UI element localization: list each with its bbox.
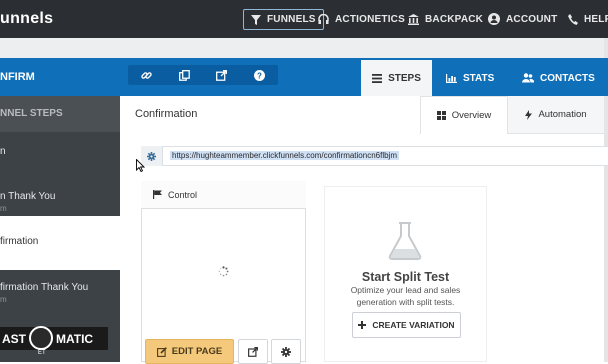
- brand-logo-text[interactable]: unnels: [0, 0, 53, 38]
- page-title: Confirmation: [135, 108, 198, 120]
- nav-account-label: ACCOUNT: [506, 13, 558, 25]
- funnel-header-bar: [0, 58, 608, 96]
- split-test-description: Optimize your lead and sales generation …: [350, 285, 461, 307]
- link-icon[interactable]: [128, 65, 166, 85]
- grid-icon: [436, 111, 446, 120]
- create-variation-label: CREATE VARIATION: [372, 320, 455, 330]
- nav-help-label: HELP: [584, 13, 608, 25]
- tab-overview-label: Overview: [451, 110, 492, 121]
- watermark-text-left: AST: [2, 331, 26, 346]
- tab-stats-label: STATS: [463, 72, 495, 84]
- nav-funnels-label: FUNNELS: [267, 14, 316, 25]
- list-icon: [372, 73, 383, 83]
- tab-automation[interactable]: Automation: [508, 96, 604, 134]
- user-circle-icon: [488, 13, 500, 25]
- page-settings-button[interactable]: [271, 339, 301, 364]
- edit-icon: [156, 346, 167, 357]
- svg-text:?: ?: [257, 71, 262, 80]
- sidebar-step-sub: m: [0, 295, 7, 304]
- sidebar-step-1[interactable]: n: [0, 146, 120, 157]
- external-link-icon: [248, 346, 258, 357]
- funnel-actions-toolbar: ?: [128, 65, 278, 85]
- nav-backpack-label: BACKPACK: [425, 13, 484, 25]
- loading-spinner-icon: [218, 266, 229, 277]
- nav-actionetics-label: ACTIONETICS: [335, 13, 405, 25]
- watermark-text-right: MATIC: [56, 331, 94, 346]
- sidebar-header: NNEL STEPS: [0, 96, 120, 132]
- sidebar-step-label: n Thank You: [0, 191, 56, 202]
- control-label: Control: [168, 189, 198, 200]
- copy-icon[interactable]: [166, 65, 204, 85]
- page-background-strip: [0, 38, 608, 58]
- control-card-header: Control: [141, 181, 306, 209]
- split-test-title: Start Split Test: [361, 270, 450, 284]
- funnel-step-url[interactable]: https://hughteammember.clickfunnels.com/…: [170, 151, 399, 160]
- sidebar-step-4[interactable]: firmation Thank You m: [0, 282, 120, 304]
- screencast-watermark: AST MATIC: [0, 327, 108, 350]
- edit-page-label: EDIT PAGE: [171, 346, 223, 357]
- nav-backpack[interactable]: BACKPACK: [408, 0, 483, 38]
- sidebar-step-label: firmation: [0, 236, 39, 247]
- flag-icon: [153, 190, 162, 199]
- screencast-logo-icon: [29, 326, 53, 350]
- nav-account[interactable]: ACCOUNT: [488, 0, 557, 38]
- nav-funnels[interactable]: FUNNELS: [243, 9, 324, 30]
- sidebar-step-2[interactable]: n Thank You m: [0, 191, 120, 213]
- mouse-cursor-icon: [136, 159, 145, 172]
- bolt-icon: [525, 109, 533, 120]
- help-circle-icon[interactable]: ?: [241, 65, 279, 85]
- filter-icon: [251, 14, 261, 25]
- tab-overview[interactable]: Overview: [420, 96, 508, 134]
- edit-page-button[interactable]: EDIT PAGE: [145, 339, 234, 364]
- watermark-small-text: ET: [38, 350, 46, 356]
- tab-automation-label: Automation: [538, 109, 587, 120]
- tab-steps-label: STEPS: [388, 72, 421, 84]
- sidebar-step-label: n: [0, 146, 6, 157]
- funnel-name: NFIRM: [0, 71, 35, 83]
- bank-icon: [408, 13, 419, 25]
- users-icon: [522, 73, 534, 83]
- sidebar-step-label: firmation Thank You: [0, 282, 89, 293]
- nav-help[interactable]: HELP: [568, 0, 608, 38]
- tab-stats[interactable]: STATS: [446, 60, 494, 96]
- tab-contacts[interactable]: CONTACTS: [522, 60, 595, 96]
- sidebar-step-3[interactable]: firmation: [0, 236, 120, 247]
- nav-actionetics[interactable]: ACTIONETICS: [318, 0, 405, 38]
- tab-contacts-label: CONTACTS: [540, 72, 595, 84]
- gear-icon: [281, 346, 291, 357]
- bar-chart-icon: [446, 73, 457, 83]
- external-link-icon[interactable]: [203, 65, 241, 85]
- create-variation-button[interactable]: CREATE VARIATION: [352, 312, 461, 338]
- plus-icon: [358, 321, 367, 329]
- phone-icon: [568, 13, 578, 25]
- headset-icon: [318, 13, 329, 25]
- tab-steps[interactable]: STEPS: [361, 60, 432, 96]
- preview-page-button[interactable]: [238, 339, 268, 364]
- sidebar-step-sub: m: [0, 204, 7, 213]
- flask-icon: [388, 222, 422, 260]
